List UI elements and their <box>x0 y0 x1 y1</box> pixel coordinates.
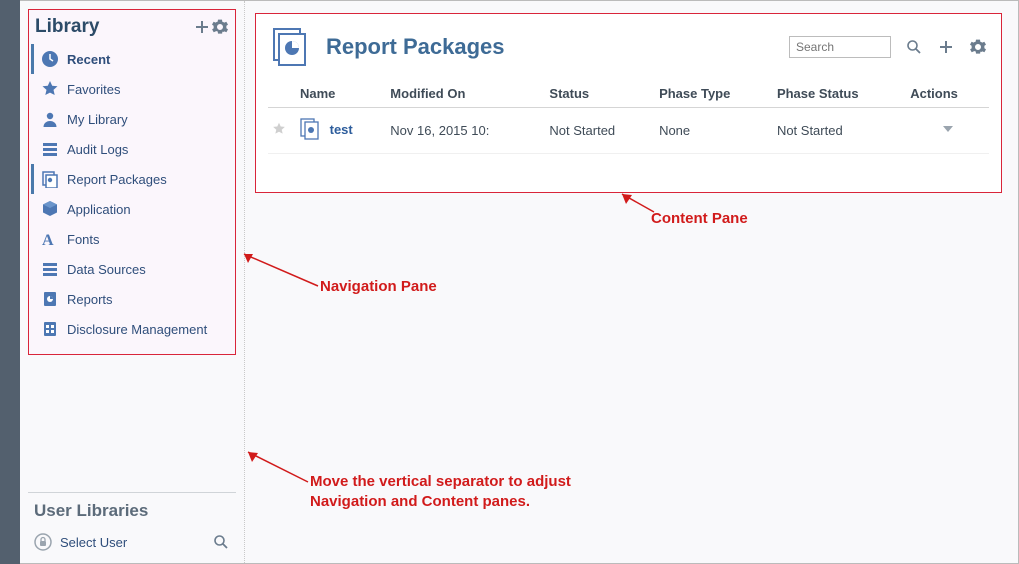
sidebar-item-recent[interactable]: Recent <box>31 44 233 74</box>
annotation-nav-label: Navigation Pane <box>320 278 437 295</box>
sidebar-item-data-sources[interactable]: Data Sources <box>31 254 233 284</box>
star-icon <box>41 80 59 98</box>
sidebar-item-application[interactable]: Application <box>31 194 233 224</box>
svg-text:A: A <box>42 232 54 248</box>
sidebar-item-label: Fonts <box>67 232 100 247</box>
sidebar-item-label: Application <box>67 202 131 217</box>
sidebar-item-label: My Library <box>67 112 128 127</box>
sidebar-title: Library <box>35 16 193 38</box>
col-modified[interactable]: Modified On <box>386 80 545 108</box>
rows-icon <box>41 260 59 278</box>
content-title: Report Packages <box>326 34 775 60</box>
sidebar-item-label: Reports <box>67 292 113 307</box>
annotation-separator-label: Move the vertical separator to adjust Na… <box>310 472 630 513</box>
person-icon <box>41 110 59 128</box>
col-status[interactable]: Status <box>545 80 655 108</box>
document-icon <box>300 118 320 143</box>
content-table: Name Modified On Status Phase Type Phase… <box>268 80 989 154</box>
cell-phase-status: Not Started <box>773 108 906 154</box>
col-phase-type[interactable]: Phase Type <box>655 80 773 108</box>
annotation-content-label: Content Pane <box>651 210 748 227</box>
gear-icon[interactable] <box>969 38 987 56</box>
report-packages-icon <box>270 26 312 68</box>
cube-icon <box>41 200 59 218</box>
row-name-link[interactable]: test <box>330 122 353 137</box>
sidebar-item-label: Report Packages <box>67 172 167 187</box>
sidebar-item-my-library[interactable]: My Library <box>31 104 233 134</box>
sidebar: Library Recent Favorites <box>20 1 245 563</box>
sidebar-item-report-packages[interactable]: Report Packages <box>31 164 233 194</box>
col-actions[interactable]: Actions <box>906 80 989 108</box>
col-phase-status[interactable]: Phase Status <box>773 80 906 108</box>
user-libraries-section: User Libraries Select User <box>28 492 236 555</box>
add-icon[interactable] <box>193 18 211 36</box>
sidebar-item-fonts[interactable]: A Fonts <box>31 224 233 254</box>
gear-icon[interactable] <box>211 18 229 36</box>
rows-icon <box>41 140 59 158</box>
search-icon[interactable] <box>212 533 230 551</box>
sidebar-item-label: Disclosure Management <box>67 322 207 337</box>
add-icon[interactable] <box>937 38 955 56</box>
table-row[interactable]: test Nov 16, 2015 10: Not Started None N… <box>268 108 989 154</box>
sidebar-item-label: Recent <box>67 52 110 67</box>
sidebar-item-favorites[interactable]: Favorites <box>31 74 233 104</box>
sidebar-item-audit-logs[interactable]: Audit Logs <box>31 134 233 164</box>
col-name[interactable]: Name <box>296 80 386 108</box>
favorite-star-icon[interactable] <box>268 108 296 154</box>
cell-status: Not Started <box>545 108 655 154</box>
content-pane-annotation-box: Report Packages Name Modified On <box>255 13 1002 193</box>
sidebar-item-label: Data Sources <box>67 262 146 277</box>
search-input[interactable] <box>789 36 891 58</box>
stack-icon <box>41 170 59 188</box>
page-grid-icon <box>41 320 59 338</box>
select-user-link[interactable]: Select User <box>60 535 127 550</box>
sidebar-item-label: Audit Logs <box>67 142 128 157</box>
sidebar-item-label: Favorites <box>67 82 120 97</box>
clock-icon <box>41 50 59 68</box>
row-actions-menu[interactable] <box>906 108 989 154</box>
font-icon: A <box>41 230 59 248</box>
sidebar-item-reports[interactable]: Reports <box>31 284 233 314</box>
sidebar-item-disclosure-management[interactable]: Disclosure Management <box>31 314 233 344</box>
lock-icon <box>34 533 52 551</box>
navigation-pane-annotation-box: Library Recent Favorites <box>28 9 236 355</box>
search-icon[interactable] <box>905 38 923 56</box>
cell-modified: Nov 16, 2015 10: <box>386 108 545 154</box>
page-pie-icon <box>41 290 59 308</box>
user-libraries-title: User Libraries <box>34 501 230 529</box>
cell-phase-type: None <box>655 108 773 154</box>
